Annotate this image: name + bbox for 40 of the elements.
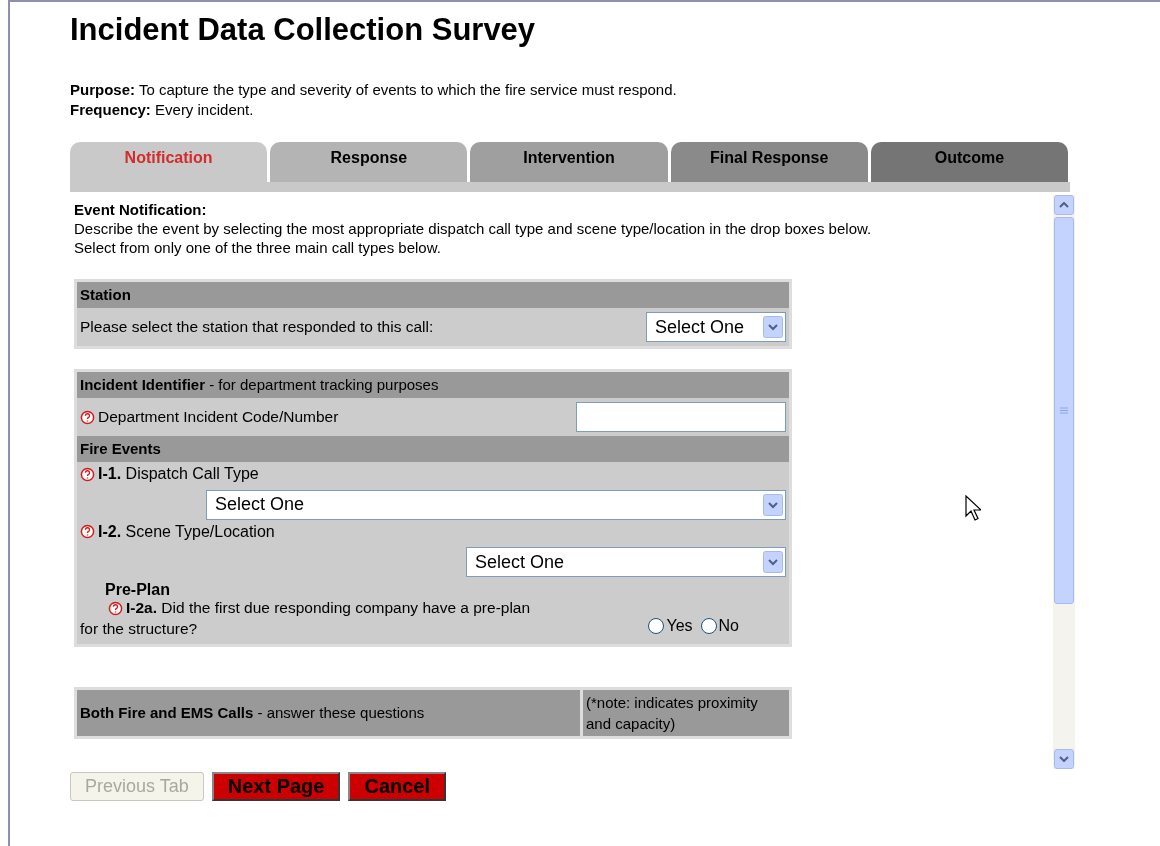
help-icon[interactable]	[108, 600, 123, 616]
purpose-text: Purpose: To capture the type and severity of events to which the fire service must respond.	[70, 80, 678, 100]
radio-label: No	[718, 616, 739, 635]
subheading: Pre-Plan	[104, 580, 171, 599]
form-button[interactable]: Next Page	[211, 772, 341, 801]
table-header: Station	[77, 282, 789, 308]
form-button[interactable]: Cancel	[348, 772, 447, 801]
frequency-text: Frequency: Every incident.	[70, 100, 255, 120]
description-text: Describe the event by selecting the most appropriate dispatch call type and scene type/location in the drop boxes below.	[74, 219, 873, 238]
tab[interactable]: Response	[270, 142, 468, 182]
field-label: Please select the station that responded to this call:	[80, 318, 434, 336]
scroll-down-icon[interactable]	[1054, 749, 1074, 769]
scrollbar[interactable]	[1053, 195, 1075, 769]
page-title: Incident Data Collection Survey	[70, 12, 537, 48]
scroll-up-icon[interactable]	[1054, 195, 1074, 215]
text-input[interactable]	[576, 402, 786, 432]
tab[interactable]: Notification	[70, 142, 268, 182]
help-icon[interactable]	[80, 409, 95, 425]
question-label: I-1. Dispatch Call Type	[98, 465, 259, 483]
description-text: Select from only one of the three main call types below.	[74, 238, 442, 257]
table-header: Incident Identifier - for department tracking purposes	[77, 372, 789, 398]
question-label: I-2a. Did the first due responding company have a pre-plan	[126, 599, 531, 617]
tab[interactable]: Final Response	[670, 142, 868, 182]
section-heading: Event Notification:	[74, 200, 208, 219]
dropdown-field[interactable]: Select One	[646, 312, 786, 342]
question-label: I-2. Scene Type/Location	[98, 522, 275, 541]
radio-label: Yes	[666, 616, 693, 635]
radio-button[interactable]	[648, 617, 665, 634]
cursor-icon	[965, 495, 981, 521]
tab[interactable]: Intervention	[470, 142, 668, 182]
tab[interactable]: Outcome	[870, 142, 1068, 182]
radio-button[interactable]	[700, 617, 717, 634]
scroll-thumb[interactable]	[1054, 217, 1074, 604]
field-label: Department Incident Code/Number	[98, 408, 339, 426]
dropdown-field[interactable]: Select One	[206, 489, 786, 520]
question-label: for the structure?	[80, 619, 199, 638]
help-icon[interactable]	[80, 524, 95, 539]
help-icon[interactable]	[80, 466, 95, 482]
table-header: Fire Events	[77, 436, 789, 462]
dropdown-field[interactable]: Select One	[466, 547, 786, 577]
